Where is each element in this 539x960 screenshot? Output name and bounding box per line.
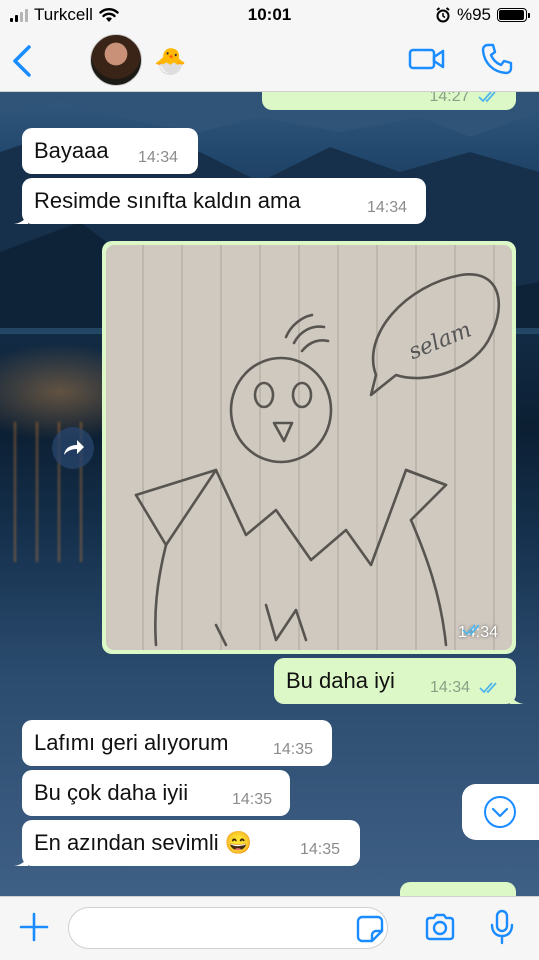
message-text: Resimde sınıfta kaldın ama <box>34 188 301 213</box>
phone-icon <box>481 43 513 75</box>
camera-icon <box>425 913 455 941</box>
message-bubble-outgoing-partial[interactable] <box>400 882 516 896</box>
battery-percent: %95 <box>456 5 491 24</box>
message-bubble-outgoing[interactable]: Bu daha iyi 14:34 <box>274 658 524 704</box>
battery-icon <box>497 8 530 22</box>
bubble-tail <box>510 690 524 704</box>
message-time: 14:34 <box>138 149 179 166</box>
voice-message-button[interactable] <box>490 909 514 950</box>
message-bubble-outgoing[interactable]: 14:27 <box>262 92 516 110</box>
sticker-icon <box>356 915 384 943</box>
video-camera-icon <box>408 48 445 70</box>
back-button[interactable] <box>10 44 36 78</box>
alarm-icon <box>436 7 450 23</box>
message-bubble-incoming[interactable]: En azından sevimli 😄 14:35 <box>14 820 360 866</box>
message-text: Bu daha iyi <box>286 668 395 693</box>
sketch-image[interactable]: selam 14:34 <box>106 245 512 650</box>
message-input[interactable] <box>68 907 388 949</box>
scroll-to-bottom-button[interactable] <box>462 784 539 840</box>
message-time: 14:35 <box>232 791 273 808</box>
forward-arrow-icon <box>64 440 84 455</box>
read-ticks-icon <box>478 682 497 694</box>
message-time: 14:35 <box>273 741 314 758</box>
contact-name-emoji[interactable]: 🐣 <box>154 46 186 77</box>
message-time: 14:34 <box>457 624 498 641</box>
contact-avatar[interactable] <box>90 34 142 86</box>
chevron-down-circle-icon <box>484 796 516 828</box>
chat-area[interactable]: 14:27 Bayaaa 14:34 Resimde sınıfta kaldı… <box>0 92 539 896</box>
sketch-speech-text: selam <box>405 317 475 365</box>
status-right: %95 <box>435 5 530 25</box>
voice-call-button[interactable] <box>480 42 514 81</box>
microphone-icon <box>490 909 514 945</box>
chevron-left-icon <box>13 45 31 77</box>
plus-icon <box>19 912 49 942</box>
message-text: Bayaaa <box>34 138 109 163</box>
message-text: En azından sevimli 😄 <box>34 830 253 855</box>
image-message[interactable]: selam 14:34 <box>102 241 516 654</box>
message-bubble-incoming[interactable]: Lafımı geri alıyorum 14:35 <box>22 720 332 766</box>
message-bubble-incoming[interactable]: Resimde sınıfta kaldın ama 14:34 <box>14 178 426 224</box>
forward-button[interactable] <box>52 427 94 469</box>
read-ticks-icon <box>478 92 496 103</box>
status-bar: Turkcell 10:01 %95 <box>0 0 539 30</box>
message-time: 14:27 <box>430 92 501 106</box>
camera-button[interactable] <box>424 913 456 946</box>
read-ticks-icon <box>462 624 480 636</box>
message-text: Bu çok daha iyii <box>34 780 189 805</box>
message-bubble-incoming[interactable]: Bayaaa 14:34 <box>22 128 198 174</box>
message-time: 14:34 <box>430 679 501 697</box>
bubble-tail <box>14 210 28 224</box>
chick-sketch-drawing: selam <box>134 273 501 647</box>
sticker-button[interactable] <box>356 915 384 948</box>
battery-level <box>499 10 524 20</box>
message-text: Lafımı geri alıyorum <box>34 730 229 755</box>
message-bubble-incoming[interactable]: Bu çok daha iyii 14:35 <box>22 770 290 816</box>
attach-button[interactable] <box>18 911 50 948</box>
message-time: 14:34 <box>367 199 408 216</box>
chat-header: 🐣 <box>0 30 539 92</box>
message-time: 14:35 <box>300 841 341 858</box>
video-call-button[interactable] <box>408 47 446 76</box>
input-bar <box>0 896 539 960</box>
bubble-tail <box>14 852 28 866</box>
